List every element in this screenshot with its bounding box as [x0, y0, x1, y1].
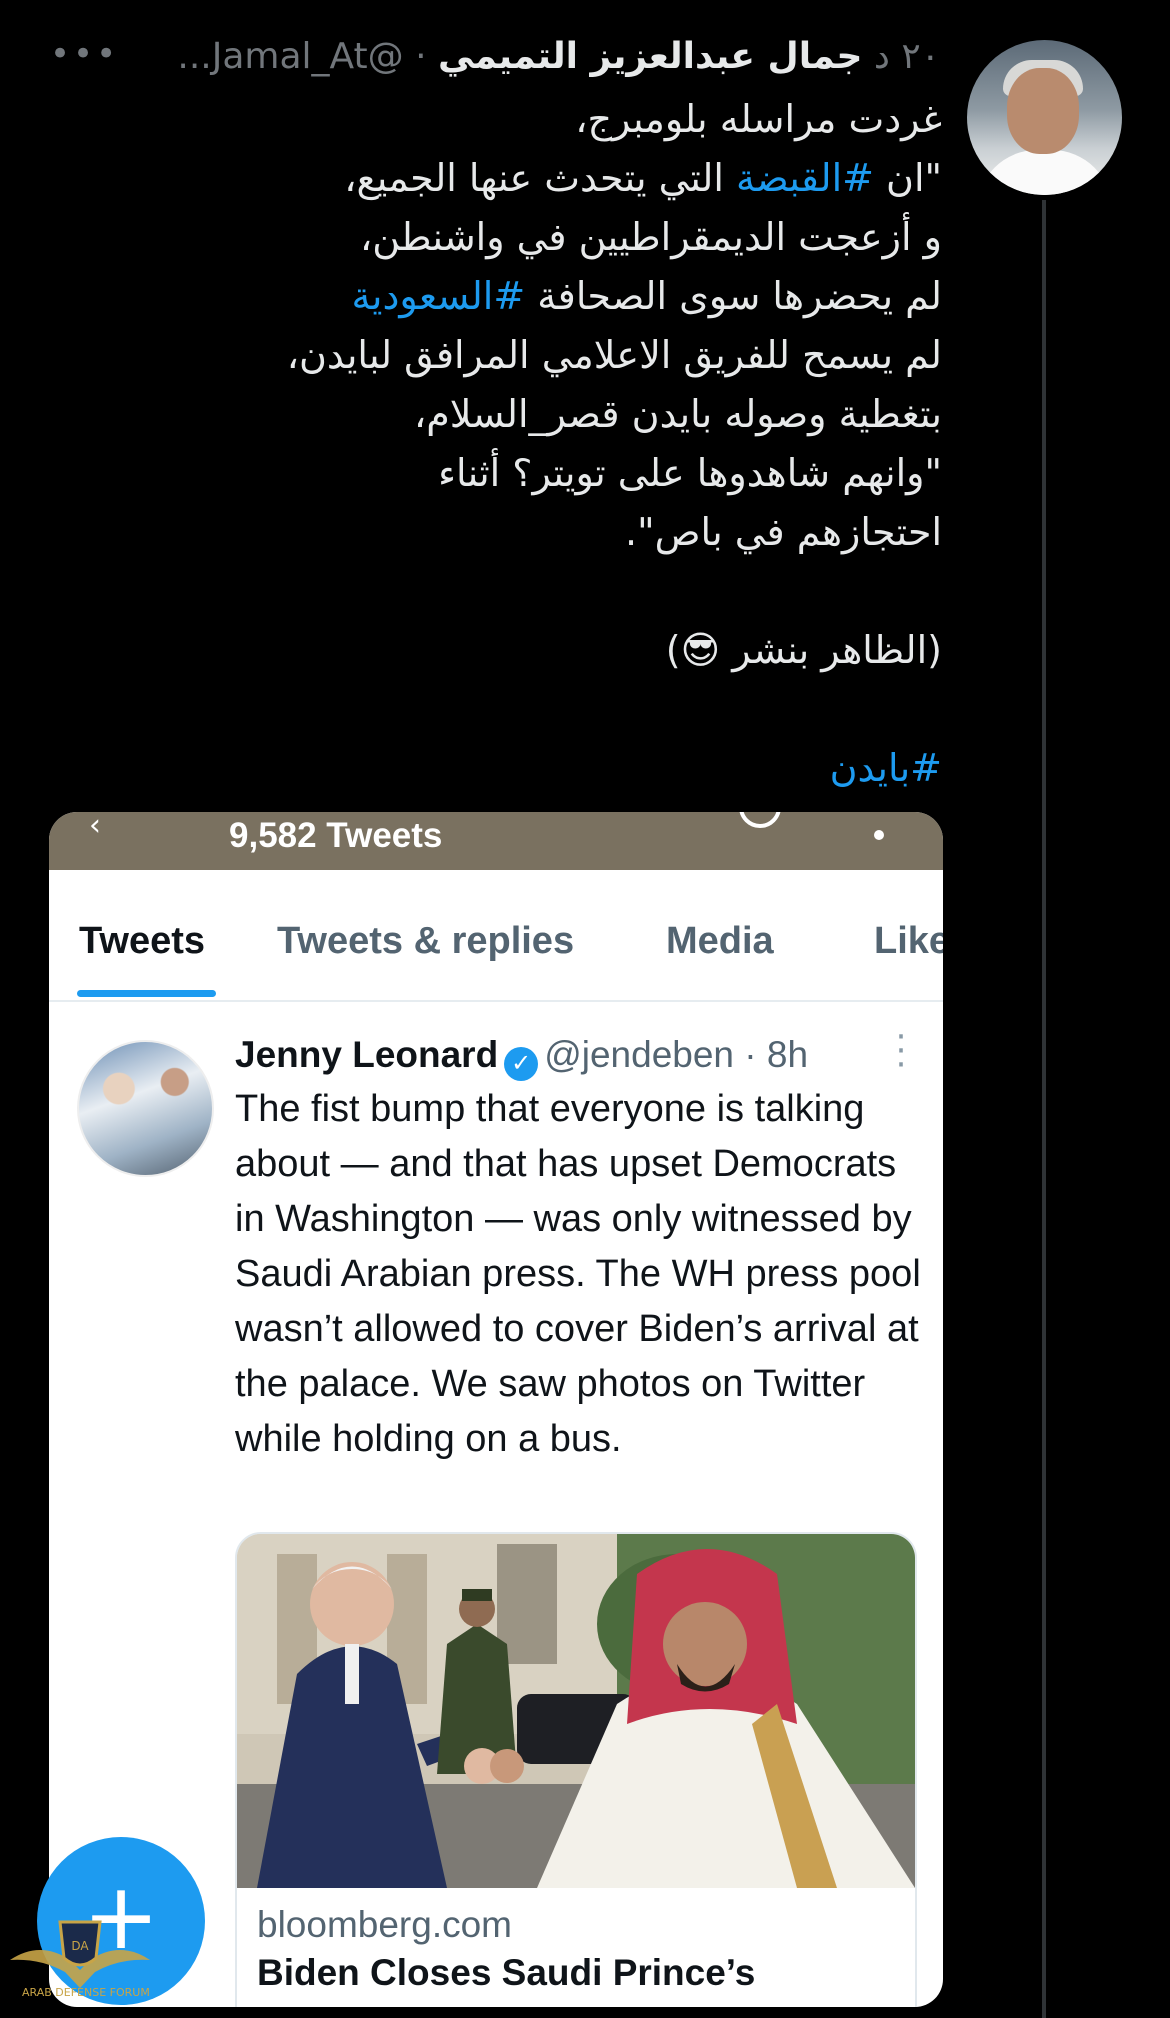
profile-tabs: Tweets Tweets & replies Media Like — [49, 870, 943, 1002]
embedded-author-name: Jenny Leonard — [235, 1034, 499, 1075]
hashtag-link[interactable]: #السعودية — [352, 274, 526, 318]
tweet-line-text: "وانهم شاهدوها على تويتر؟ أثناء — [438, 451, 942, 495]
author-meta: ...Jamal_At@ · ٢٠ د جمال عبدالعزيز التمي… — [177, 36, 940, 77]
tweet-line-text: التي يتحدث عنها الجميع، — [344, 156, 736, 200]
tweet-line-text: بتغطية وصوله بايدن قصر_السلام، — [414, 392, 942, 436]
tweet-line-text: لم يحضرها سوى الصحافة — [525, 274, 942, 318]
embedded-handle-time: @jendeben · 8h — [544, 1034, 809, 1075]
svg-text:DA: DA — [71, 1939, 89, 1953]
tweet-line-text: "ان — [873, 156, 942, 200]
ellipsis-icon[interactable]: ••• — [50, 34, 119, 74]
tweet-line: "وانهم شاهدوها على تويتر؟ أثناء — [82, 444, 942, 503]
tweet-line: بتغطية وصوله بايدن قصر_السلام، — [82, 385, 942, 444]
tweet-count: 9,582 Tweets — [229, 816, 443, 855]
tweet-line-text: (الظاهر بنشر 😎) — [665, 628, 942, 672]
tweet-line-text: و أزعجت الديمقراطيين في واشنطن، — [360, 215, 942, 259]
tweet-line: (الظاهر بنشر 😎) — [82, 621, 942, 680]
more-icon — [874, 830, 884, 840]
embedded-author-avatar — [77, 1040, 214, 1177]
tab-likes: Like — [874, 920, 943, 962]
watermark-text: ARAB DEFENSE FORUM — [22, 1986, 150, 1999]
search-icon — [739, 812, 781, 828]
active-tab-indicator — [77, 990, 216, 997]
forum-logo-watermark: DA — [10, 1920, 150, 1988]
tab-tweets-replies: Tweets & replies — [277, 920, 575, 962]
tab-tweets: Tweets — [79, 920, 206, 962]
embedded-tweet-header: Jenny Leonard ✓ @jendeben · 8h — [235, 1034, 935, 1081]
author-name[interactable]: جمال عبدالعزيز التميمي — [438, 36, 862, 77]
tweet-header: ••• ...Jamal_At@ · ٢٠ د جمال عبدالعزيز ا… — [40, 34, 940, 86]
tweet-line: #بايدن — [82, 739, 942, 798]
link-preview-card: bloomberg.com Biden Closes Saudi Prince’… — [235, 1532, 917, 2007]
tweet-line: "ان #القبضة التي يتحدث عنها الجميع، — [82, 149, 942, 208]
profile-topbar: ‹ 9,582 Tweets — [49, 812, 943, 870]
kebab-menu-icon: · · · — [895, 1017, 907, 1085]
embedded-tweet-text: The fist bump that everyone is talking a… — [235, 1088, 921, 1460]
embedded-screenshot[interactable]: ‹ 9,582 Tweets Tweets Tweets & replies M… — [49, 812, 943, 2007]
link-title: Biden Closes Saudi Prince’s — [257, 1952, 756, 1993]
tweet-line-text: غردت مراسله بلومبرج، — [575, 97, 942, 141]
tweet-line: لم يحضرها سوى الصحافة #السعودية — [82, 267, 943, 326]
author-avatar[interactable] — [967, 40, 1122, 195]
hashtag-link[interactable]: #بايدن — [830, 746, 942, 790]
verified-badge-icon: ✓ — [504, 1047, 539, 1081]
tweet-line — [82, 562, 942, 621]
tweet-text: غردت مراسله بلومبرج، "ان #القبضة التي يتح… — [82, 90, 942, 798]
tweet-line: غردت مراسله بلومبرج، — [82, 90, 942, 149]
tweet-line-text: احتجازهم في باص". — [625, 510, 942, 554]
hashtag-link[interactable]: #القبضة — [736, 156, 874, 200]
tweet-line: و أزعجت الديمقراطيين في واشنطن، — [82, 208, 942, 267]
tweet-line — [82, 680, 942, 739]
tweet-line: احتجازهم في باص". — [82, 503, 942, 562]
back-arrow-icon: ‹ — [89, 812, 101, 843]
thread-line — [1042, 200, 1046, 2018]
link-domain: bloomberg.com — [257, 1904, 513, 1945]
tweet-line-text: لم يسمح للفريق الاعلامي المرافق لبايدن، — [286, 333, 942, 377]
tab-media: Media — [666, 920, 774, 962]
news-photo — [237, 1534, 915, 1888]
tweet-line: لم يسمح للفريق الاعلامي المرافق لبايدن، — [82, 326, 942, 385]
